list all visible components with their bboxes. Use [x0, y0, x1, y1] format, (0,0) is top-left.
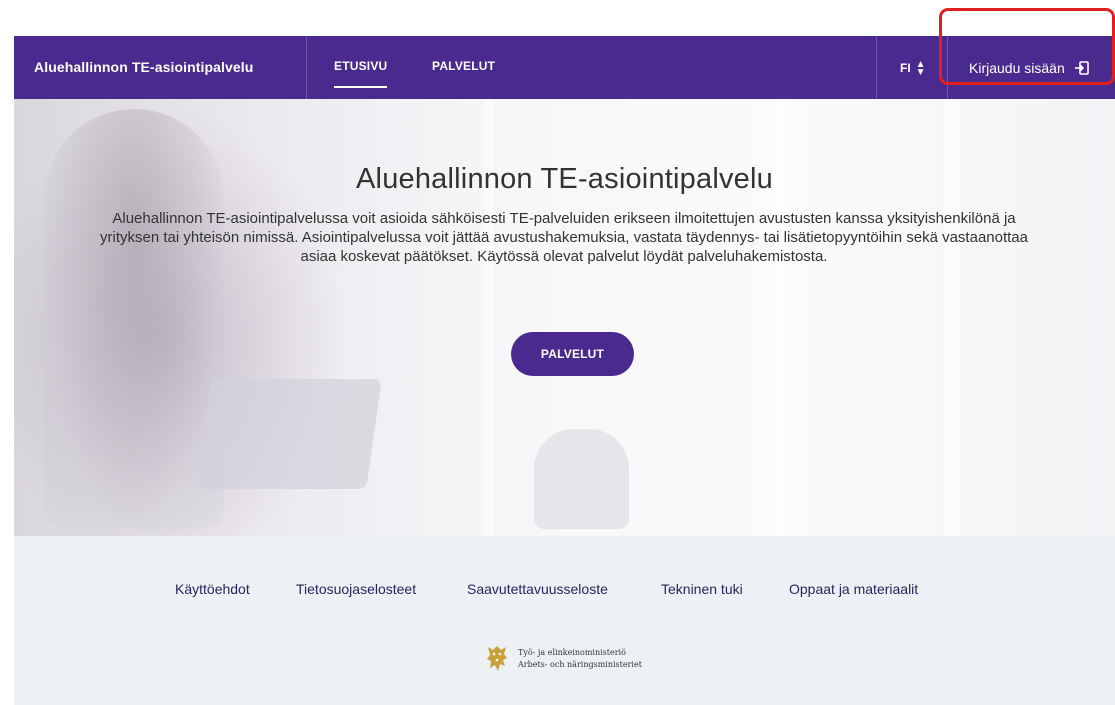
- feet-shape: [534, 429, 629, 529]
- footer-link-terms[interactable]: Käyttöehdot: [175, 581, 250, 597]
- sign-in-icon: [1074, 60, 1089, 75]
- nav-link-etusivu[interactable]: ETUSIVU: [334, 47, 388, 88]
- nav-divider: [876, 36, 877, 99]
- up-down-chevron-icon: ▲ ▼: [915, 58, 926, 78]
- nav-link-palvelut[interactable]: PALVELUT: [432, 36, 495, 99]
- footer-link-privacy[interactable]: Tietosuojaselosteet: [296, 581, 416, 597]
- footer-links: Käyttöehdot Tietosuojaselosteet Saavutet…: [14, 581, 1115, 601]
- language-code: FI: [900, 60, 911, 75]
- language-selector[interactable]: FI ▲ ▼: [900, 36, 926, 99]
- nav-divider: [947, 36, 948, 99]
- browser-viewport: Aluehallinnon TE-asiointipalvelu ETUSIVU…: [14, 36, 1115, 705]
- laptop-shape: [196, 379, 382, 489]
- ministry-logo[interactable]: Työ- ja elinkeinoministeriö Arbets- och …: [484, 644, 642, 674]
- page-footer: Käyttöehdot Tietosuojaselosteet Saavutet…: [14, 536, 1115, 705]
- footer-link-guides[interactable]: Oppaat ja materiaalit: [789, 581, 918, 597]
- site-brand[interactable]: Aluehallinnon TE-asiointipalvelu: [34, 36, 253, 99]
- hero-section: Aluehallinnon TE-asiointipalvelu Aluehal…: [14, 99, 1115, 536]
- footer-link-tech-support[interactable]: Tekninen tuki: [661, 581, 743, 597]
- login-label: Kirjaudu sisään: [969, 59, 1065, 76]
- nav-divider: [306, 36, 307, 99]
- ministry-name-fi: Työ- ja elinkeinoministeriö: [518, 648, 626, 657]
- hero-description: Aluehallinnon TE-asiointipalvelussa voit…: [100, 210, 1028, 265]
- ministry-name-sv: Arbets- och näringsministeriet: [518, 660, 642, 669]
- login-button[interactable]: Kirjaudu sisään: [969, 36, 1089, 99]
- services-button[interactable]: PALVELUT: [511, 332, 634, 376]
- hero-title: Aluehallinnon TE-asiointipalvelu: [356, 163, 773, 195]
- footer-link-accessibility[interactable]: Saavutettavuusseloste: [467, 581, 608, 597]
- top-navbar: Aluehallinnon TE-asiointipalvelu ETUSIVU…: [14, 36, 1115, 99]
- lion-crest-icon: [484, 644, 510, 674]
